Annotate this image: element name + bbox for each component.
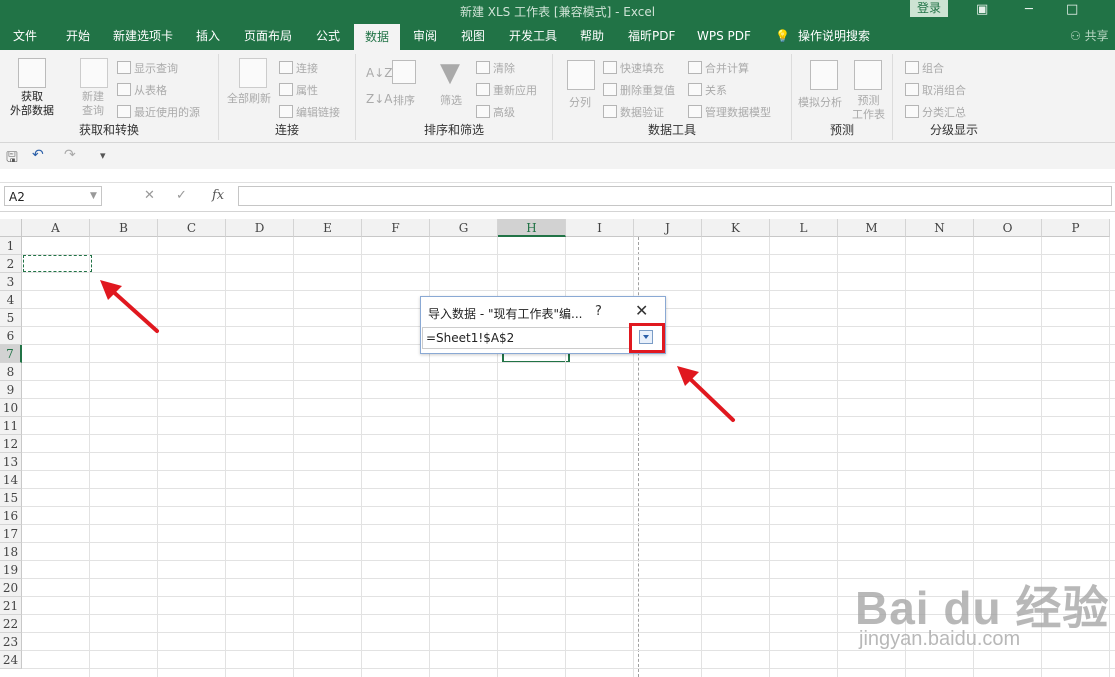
- watermark-url: jingyan.baidu.com: [859, 628, 1021, 650]
- arrow-to-button: [682, 371, 735, 422]
- arrow-to-a2: [106, 285, 159, 333]
